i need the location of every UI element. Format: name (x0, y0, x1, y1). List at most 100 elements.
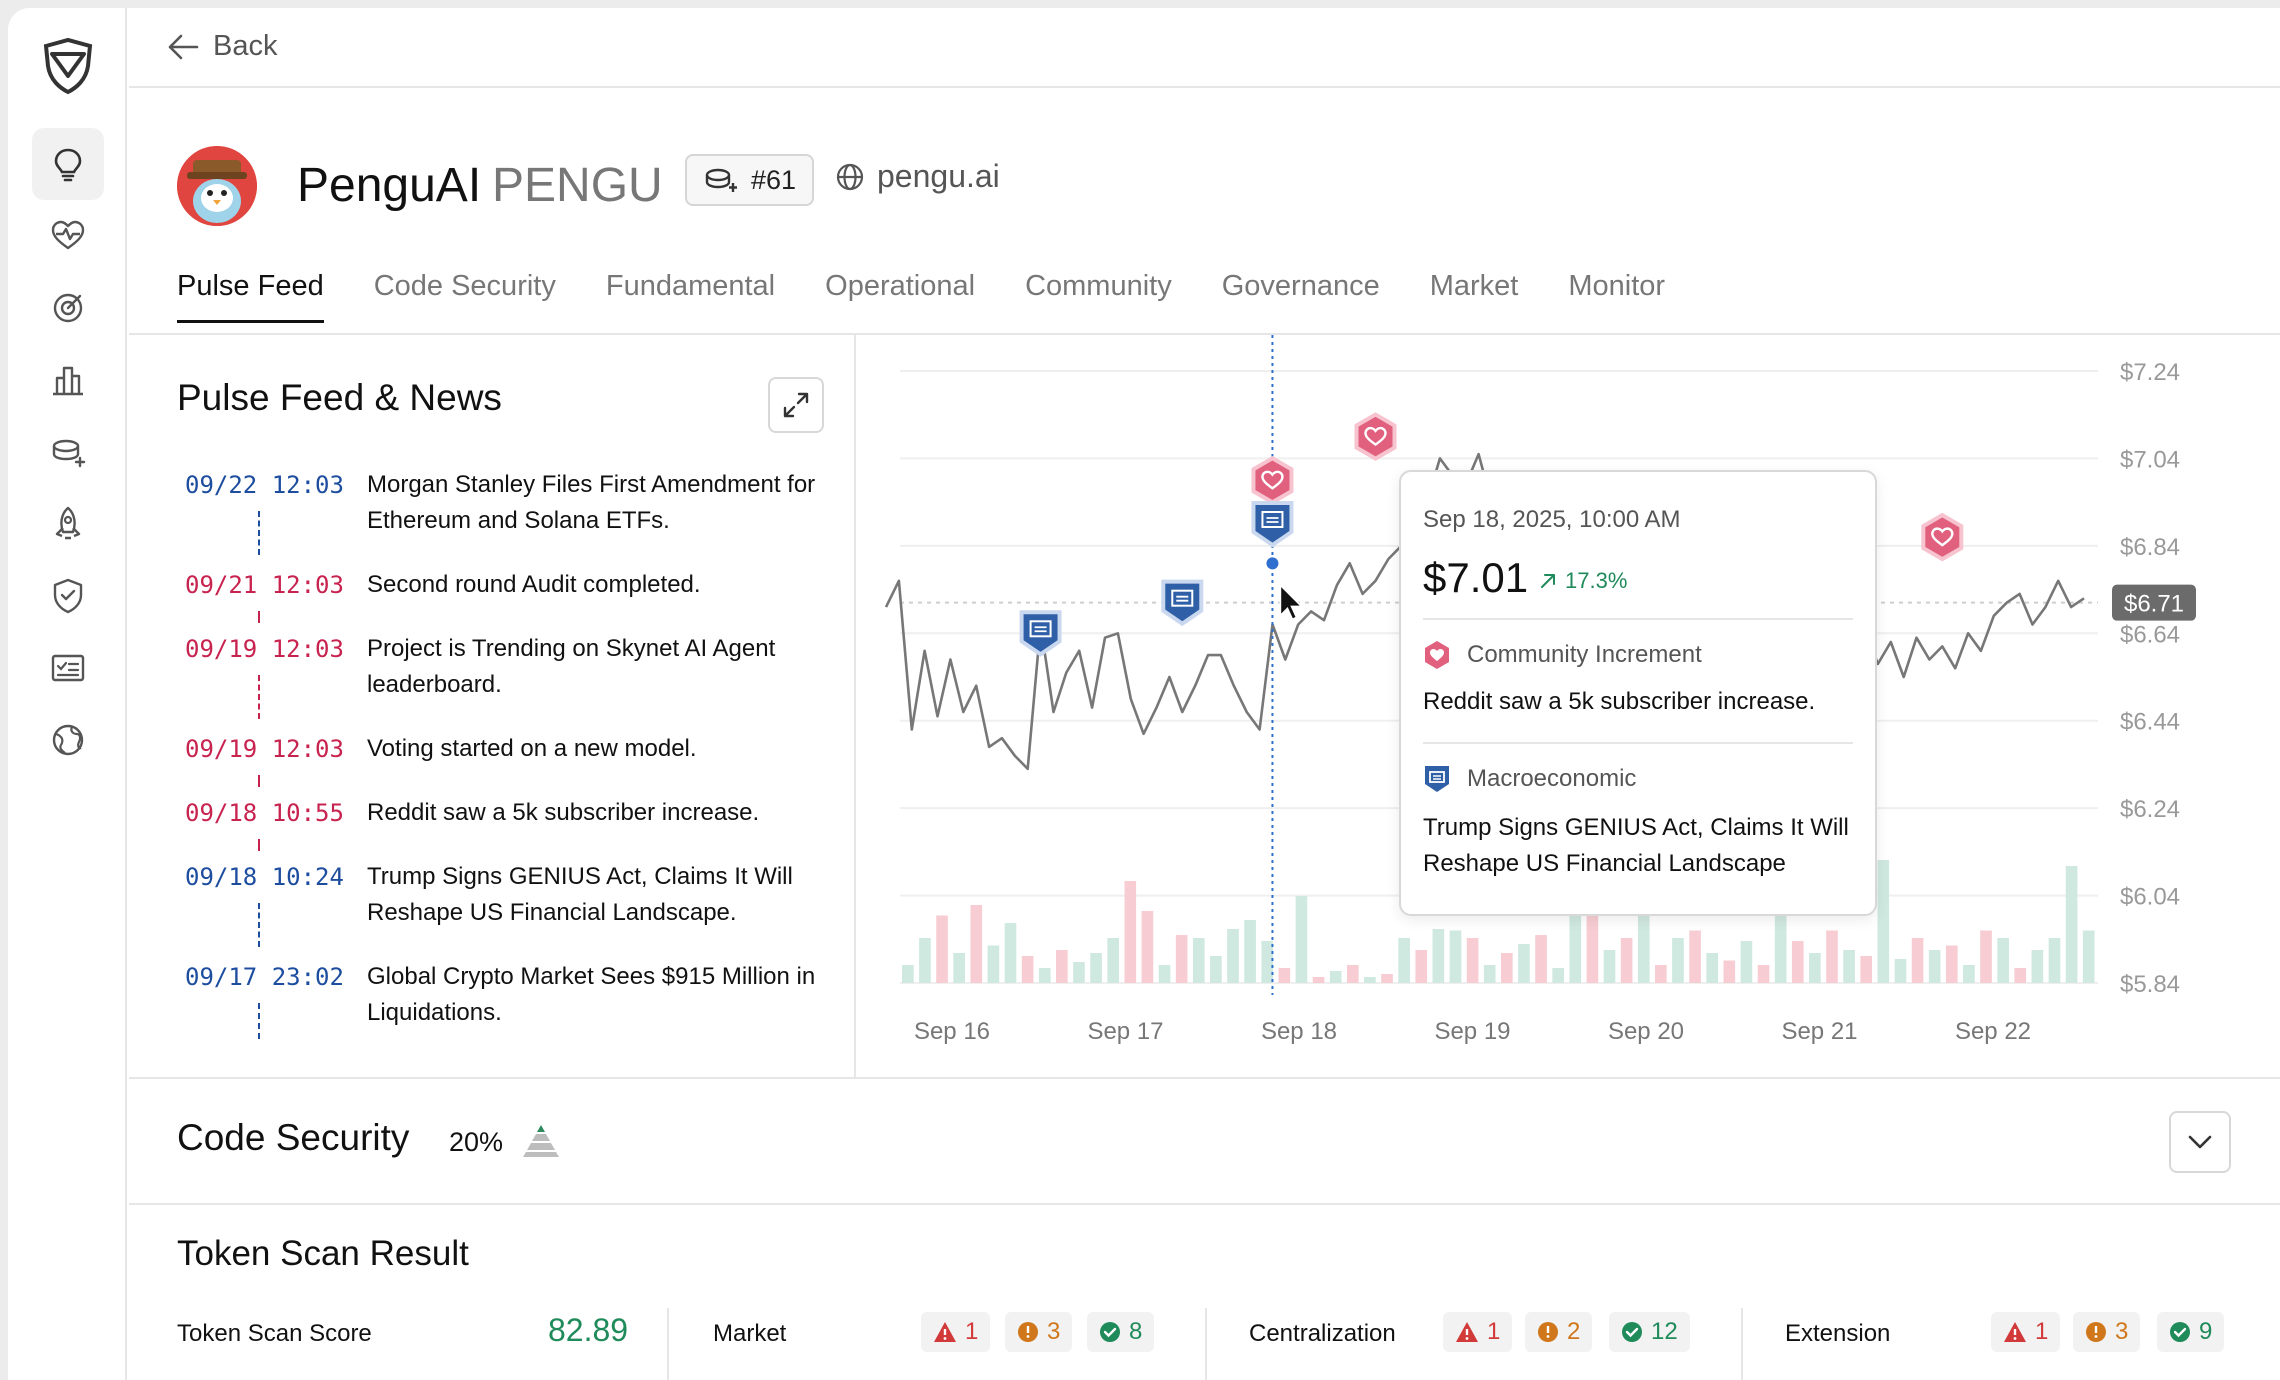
volume-bar (1141, 911, 1154, 983)
divider (1205, 1308, 1207, 1380)
expand-button[interactable] (768, 377, 824, 433)
news-event-marker (1019, 610, 1062, 657)
volume-bar (953, 953, 965, 983)
y-tick-label: $7.24 (2120, 359, 2180, 386)
volume-bar (1056, 950, 1068, 983)
website-link[interactable]: pengu.ai (835, 158, 1000, 195)
hover-dot (1264, 555, 1281, 572)
nav-checklist-icon[interactable] (32, 632, 104, 704)
critical-count-badge[interactable]: 1 (1443, 1312, 1513, 1352)
alert-triangle-icon (2004, 1322, 2026, 1342)
tab-monitor[interactable]: Monitor (1568, 268, 1665, 335)
volume-bar (1432, 929, 1445, 983)
back-button[interactable]: Back (167, 30, 277, 63)
chart-tooltip: Sep 18, 2025, 10:00 AM $7.01 17.3% Commu… (1399, 470, 1877, 916)
volume-bar (1244, 920, 1256, 983)
critical-count-badge[interactable]: 1 (921, 1312, 991, 1352)
globe-icon (836, 163, 864, 190)
feed-connector (258, 775, 260, 787)
tab-code-security[interactable]: Code Security (374, 268, 556, 335)
risk-pyramid-icon (523, 1125, 559, 1157)
x-tick-label: Sep 18 (1261, 1018, 1337, 1045)
volume-bar (1004, 923, 1017, 983)
topbar: Back (129, 8, 2280, 88)
main-content: Back PenguAI PENGU #61 pengu.ai Pulse Fe… (129, 8, 2280, 1380)
check-circle-icon (1100, 1322, 1120, 1342)
collapse-toggle-button[interactable] (2169, 1111, 2231, 1173)
project-avatar (177, 146, 257, 226)
alert-triangle-icon (934, 1322, 956, 1342)
volume-bar (987, 945, 1000, 983)
nav-target-icon[interactable] (32, 272, 104, 344)
scan-group-label: Centralization (1249, 1320, 1396, 1347)
nav-globe-icon[interactable] (32, 704, 104, 776)
tooltip-price: $7.01 (1423, 554, 1529, 601)
volume-bar (1090, 953, 1102, 983)
check-circle-icon (2170, 1322, 2190, 1342)
volume-bar (1329, 971, 1342, 983)
volume-bar (1535, 935, 1547, 983)
volume-bar (1364, 977, 1376, 983)
back-label: Back (213, 30, 278, 62)
feed-connector (258, 839, 260, 851)
nav-coins-icon[interactable] (32, 416, 104, 488)
token-scan-score: 82.89 (548, 1312, 629, 1348)
y-tick-label: $6.84 (2120, 534, 2180, 561)
x-tick-label: Sep 20 (1608, 1018, 1684, 1045)
news-event-marker (1161, 579, 1204, 627)
price-chart-panel[interactable]: $7.24 $7.04 $6.84 $6.64 $6.44 $6.24 $6.04 $5.84… (858, 335, 2280, 1077)
nav-rocket-icon[interactable] (32, 488, 104, 560)
rank-badge[interactable]: #61 (685, 154, 815, 206)
tooltip-change-value: 17.3% (1565, 568, 1628, 593)
volume-bar (1073, 962, 1085, 983)
warning-count-badge[interactable]: 3 (2073, 1312, 2141, 1352)
nav-buildings-icon[interactable] (32, 344, 104, 416)
warning-count-badge[interactable]: 3 (1005, 1312, 1073, 1352)
feed-text: Global Crypto Market Sees $915 Million i… (367, 963, 816, 1026)
tab-pulse-feed[interactable]: Pulse Feed (177, 268, 324, 335)
ok-count-badge[interactable]: 8 (1087, 1312, 1155, 1352)
warning-circle-icon (2086, 1322, 2106, 1342)
tab-fundamental[interactable]: Fundamental (606, 268, 775, 335)
divider (1741, 1308, 1743, 1380)
ok-count: 8 (1129, 1318, 1143, 1345)
volume-bar (1192, 938, 1205, 983)
y-tick-label: $6.64 (2120, 621, 2180, 648)
volume-bar (1107, 938, 1120, 983)
volume-bar (1843, 950, 1855, 983)
volume-bar (1894, 959, 1907, 983)
volume-bar (1860, 956, 1873, 983)
heart-hex-icon (1425, 641, 1449, 669)
code-security-title: Code Security (177, 1117, 410, 1158)
warning-count-badge[interactable]: 2 (1525, 1312, 1593, 1352)
ok-count-badge[interactable]: 12 (1609, 1312, 1690, 1352)
feed-text: Project is Trending on Skynet AI Agent l… (367, 635, 776, 698)
feed-time: 09/21 12:03 (185, 571, 344, 599)
feed-text: Voting started on a new model. (367, 735, 697, 762)
volume-bar (1723, 960, 1736, 983)
project-ticker: PENGU (492, 159, 663, 212)
volume-bar (2048, 938, 2061, 983)
feed-text: Trump Signs GENIUS Act, Claims It Will R… (367, 863, 793, 926)
y-tick-label: $6.24 (2120, 796, 2180, 823)
tab-market[interactable]: Market (1430, 268, 1519, 335)
volume-bar (2082, 930, 2095, 983)
tab-operational[interactable]: Operational (825, 268, 975, 335)
ok-count-badge[interactable]: 9 (2157, 1312, 2225, 1352)
tab-community[interactable]: Community (1025, 268, 1172, 335)
volume-bar (1466, 938, 1479, 983)
tab-governance[interactable]: Governance (1222, 268, 1380, 335)
critical-count-badge[interactable]: 1 (1991, 1312, 2061, 1352)
feed-connector (258, 675, 260, 719)
tooltip-category-label: Community Increment (1467, 641, 1702, 668)
feed-time: 09/18 10:55 (185, 799, 344, 827)
news-event-marker (1251, 501, 1294, 548)
volume-bar (1398, 938, 1410, 983)
nav-health-icon[interactable] (32, 200, 104, 272)
ok-count: 12 (1651, 1318, 1678, 1345)
feed-connector (258, 1003, 260, 1039)
volume-bar (1791, 941, 1804, 983)
app-logo-icon[interactable] (38, 36, 98, 96)
nav-insights-icon[interactable] (32, 128, 104, 200)
nav-shield-check-icon[interactable] (32, 560, 104, 632)
